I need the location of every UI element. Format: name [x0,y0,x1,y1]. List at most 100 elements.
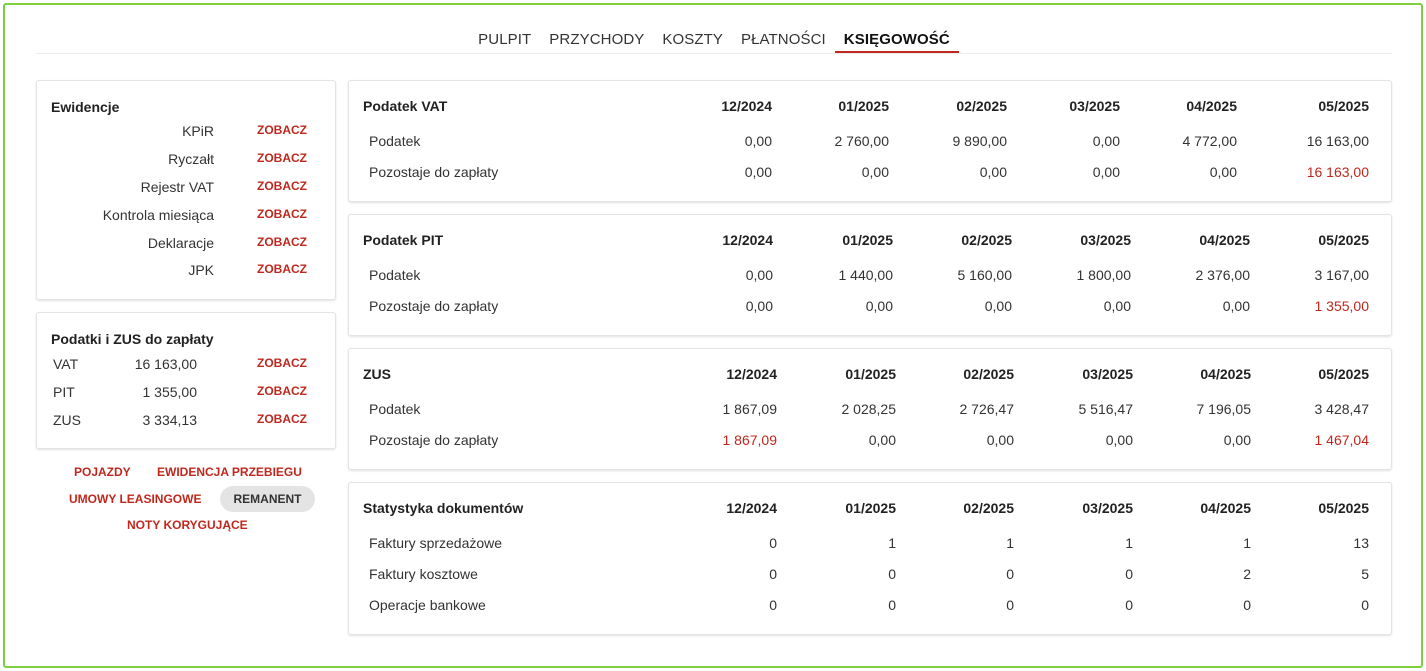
row-label: Pozostaje do zapłaty [369,298,499,314]
table-cell: 2 376,00 [1195,267,1251,283]
month-header: 05/2025 [1318,98,1369,114]
tab-przychody[interactable]: PRZYCHODY [540,31,653,53]
ewidencje-label: JPK [188,262,214,278]
tab-pulpit[interactable]: PULPIT [469,31,540,53]
table-cell: 0,00 [744,164,772,180]
row-label: Pozostaje do zapłaty [369,432,499,448]
zobacz-kontrola-link[interactable]: ZOBACZ [257,207,307,221]
table-card-statystyka: Statystyka dokumentów 12/2024 01/2025 02/20… [348,482,1392,635]
table-cell: 0,00 [1092,164,1120,180]
tab-ksiegowosc[interactable]: KSIĘGOWOŚĆ [834,31,959,53]
ewidencje-row-kpir: KPiR ZOBACZ [37,121,337,141]
table-cell: 0,00 [868,432,896,448]
zobacz-pit-link[interactable]: ZOBACZ [257,384,307,398]
podatki-title: Podatki i ZUS do zapłaty [51,331,214,347]
podatki-zus-card: Podatki i ZUS do zapłaty VAT 16 163,00 Z… [36,312,336,449]
month-header: 01/2025 [845,366,896,382]
table-cell: 0 [1006,566,1014,582]
zobacz-ryczalt-link[interactable]: ZOBACZ [257,151,307,165]
zobacz-zus-link[interactable]: ZOBACZ [257,412,307,426]
table-card-pit: Podatek PIT 12/2024 01/2025 02/2025 03/2025 0… [348,214,1392,336]
month-header: 02/2025 [961,232,1012,248]
tab-koszty[interactable]: KOSZTY [653,31,732,53]
podatki-label: VAT [53,356,79,372]
table-cell: 0,00 [984,298,1012,314]
ewidencje-row-jpk: JPK ZOBACZ [37,260,337,280]
table-title: Podatek PIT [363,232,444,248]
zobacz-rejestr-vat-link[interactable]: ZOBACZ [257,179,307,193]
table-cell: 2 [1243,566,1251,582]
month-header: 03/2025 [1082,500,1133,516]
table-title: ZUS [363,366,391,382]
podatki-row-pit: PIT 1 355,00 ZOBACZ [37,382,337,402]
month-header: 02/2025 [963,500,1014,516]
row-label: Faktury kosztowe [369,566,478,582]
table-cell: 0 [1125,566,1133,582]
month-header: 05/2025 [1318,500,1369,516]
table-cell: 16 163,00 [1306,133,1369,149]
table-cell: 2 726,47 [959,401,1015,417]
table-cell: 5 516,47 [1078,401,1134,417]
month-header: 05/2025 [1318,232,1369,248]
row-label: Pozostaje do zapłaty [369,164,499,180]
table-cell: 5 160,00 [957,267,1013,283]
podatki-value: 3 334,13 [142,412,198,428]
pojazdy-link[interactable]: POJAZDY [74,465,131,479]
ewidencje-label: Rejestr VAT [140,179,214,195]
top-navigation: PULPIT PRZYCHODY KOSZTY PŁATNOŚCI KSIĘGO… [36,18,1392,54]
month-header: 02/2025 [956,98,1007,114]
month-header: 02/2025 [963,366,1014,382]
row-label: Podatek [369,401,421,417]
table-cell: 0,00 [1105,432,1133,448]
table-cell: 0,00 [744,133,772,149]
table-cell: 0,00 [745,267,773,283]
table-cell: 0,00 [865,298,893,314]
ewidencje-label: Deklaracje [147,235,214,251]
month-header: 05/2025 [1318,366,1369,382]
table-cell: 0,00 [1103,298,1131,314]
table-cell: 1 [1125,535,1133,551]
zobacz-deklaracje-link[interactable]: ZOBACZ [257,235,307,249]
table-cell: 0,00 [861,164,889,180]
podatki-value: 1 355,00 [142,384,198,400]
month-header: 03/2025 [1082,366,1133,382]
ewidencje-label: Kontrola miesiąca [102,207,214,223]
month-header: 12/2024 [726,500,777,516]
table-card-vat: Podatek VAT 12/2024 01/2025 02/2025 03/2025 0… [348,80,1392,202]
table-cell: 1 467,04 [1314,432,1370,448]
table-cell: 1 [888,535,896,551]
table-card-zus: ZUS 12/2024 01/2025 02/2025 03/2025 04/2025 05… [348,348,1392,470]
table-cell: 0,00 [986,432,1014,448]
ewidencja-przebiegu-link[interactable]: EWIDENCJA PRZEBIEGU [157,465,302,479]
table-cell: 0,00 [1223,432,1251,448]
table-cell: 1 867,09 [722,401,778,417]
zobacz-jpk-link[interactable]: ZOBACZ [257,262,307,276]
tab-platnosci[interactable]: PŁATNOŚCI [732,31,835,53]
ewidencje-label: KPiR [182,123,214,139]
table-cell: 1 [1006,535,1014,551]
row-label: Operacje bankowe [369,597,486,613]
table-cell: 0,00 [745,298,773,314]
podatki-value: 16 163,00 [134,356,197,372]
month-header: 04/2025 [1186,98,1237,114]
ewidencje-row-kontrola: Kontrola miesiąca ZOBACZ [37,205,337,225]
table-cell: 16 163,00 [1306,164,1369,180]
zobacz-kpir-link[interactable]: ZOBACZ [257,123,307,137]
noty-korygujace-link[interactable]: NOTY KORYGUJĄCE [127,518,248,532]
ewidencje-row-deklaracje: Deklaracje ZOBACZ [37,233,337,253]
table-cell: 0,00 [1222,298,1250,314]
table-cell: 1 [1243,535,1251,551]
row-label: Faktury sprzedażowe [369,535,503,551]
table-cell: 2 760,00 [834,133,890,149]
month-header: 01/2025 [845,500,896,516]
table-cell: 5 [1361,566,1369,582]
month-header: 03/2025 [1069,98,1120,114]
table-cell: 1 440,00 [838,267,894,283]
table-cell: 0,00 [979,164,1007,180]
month-header: 12/2024 [721,98,772,114]
zobacz-vat-link[interactable]: ZOBACZ [257,356,307,370]
remanent-button[interactable]: REMANENT [220,486,315,512]
table-cell: 3 167,00 [1314,267,1370,283]
table-cell: 0 [1361,597,1369,613]
umowy-leasingowe-link[interactable]: UMOWY LEASINGOWE [69,492,201,506]
